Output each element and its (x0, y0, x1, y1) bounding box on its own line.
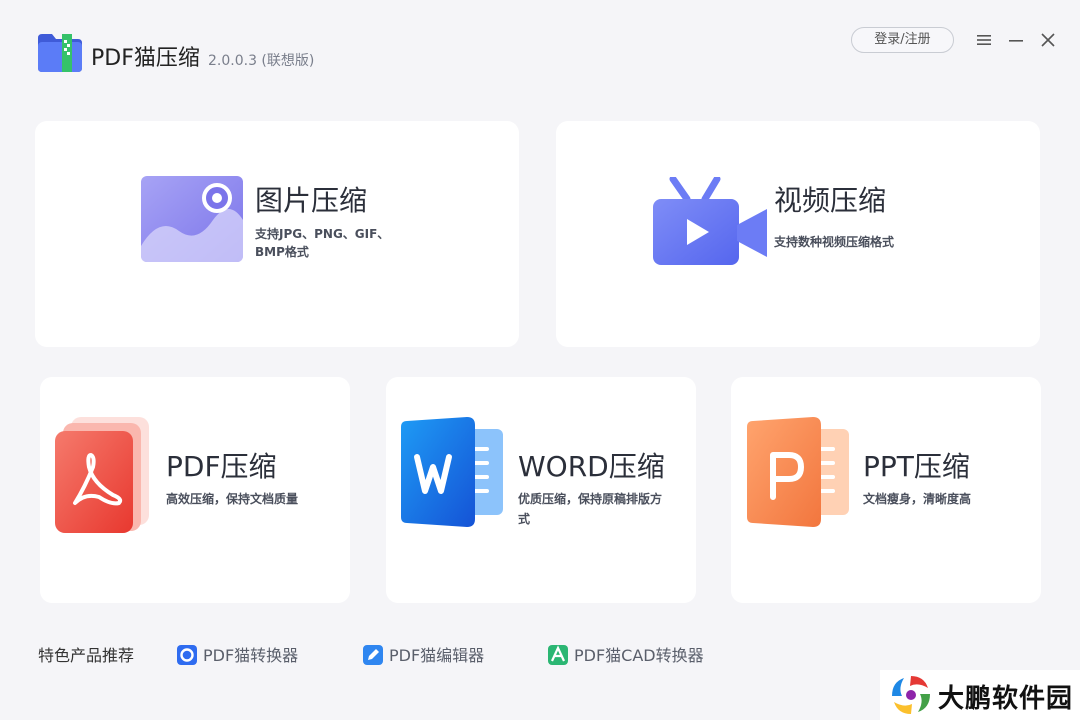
pdf-icon (55, 417, 151, 539)
card-word-title: WORD压缩 (518, 450, 665, 483)
card-word-desc-1: 优质压缩，保持原稿排版方 (518, 492, 663, 506)
watermark: 大鹏软件园 (880, 670, 1080, 720)
word-icon (401, 417, 505, 531)
featured-products-label: 特色产品推荐 (38, 646, 135, 665)
link-pdf-cad-converter[interactable]: PDF猫CAD转换器 (548, 642, 704, 665)
card-pdf-desc: 高效压缩，保持文档质量 (166, 492, 299, 506)
card-image-compress[interactable]: 图片压缩 支持JPG、PNG、GIF、 BMP格式 (35, 121, 519, 347)
minimize-icon[interactable] (1006, 30, 1026, 50)
card-word-compress[interactable]: WORD压缩 优质压缩，保持原稿排版方 式 (386, 377, 696, 603)
editor-icon (363, 645, 383, 665)
converter-icon (177, 645, 197, 665)
card-word-desc-2: 式 (518, 512, 531, 526)
watermark-text: 大鹏软件园 (938, 684, 1074, 714)
card-pdf-title: PDF压缩 (166, 450, 277, 483)
watermark-logo-icon (892, 676, 930, 714)
link-pdf-converter-label: PDF猫转换器 (203, 646, 299, 665)
link-pdf-cad-converter-label: PDF猫CAD转换器 (574, 646, 704, 665)
image-icon (141, 176, 243, 266)
video-camera-icon (653, 175, 767, 271)
card-image-desc-2: BMP格式 (255, 245, 309, 259)
link-pdf-editor-label: PDF猫编辑器 (389, 646, 485, 665)
app-name: PDF猫压缩 (91, 46, 200, 71)
card-ppt-title: PPT压缩 (863, 450, 970, 483)
menu-icon[interactable] (974, 30, 994, 50)
card-pdf-compress[interactable]: PDF压缩 高效压缩，保持文档质量 (40, 377, 350, 603)
card-video-title: 视频压缩 (774, 184, 887, 217)
card-image-title: 图片压缩 (255, 184, 368, 217)
title-bar: PDF猫压缩 2.0.0.3 (联想版) 登录/注册 (0, 0, 1080, 100)
login-register-button[interactable]: 登录/注册 (851, 27, 954, 53)
card-ppt-compress[interactable]: PPT压缩 文档瘦身，清晰度高 (731, 377, 1041, 603)
card-video-compress[interactable]: 视频压缩 支持数种视频压缩格式 (556, 121, 1040, 347)
link-pdf-converter[interactable]: PDF猫转换器 (177, 642, 299, 665)
close-icon[interactable] (1038, 30, 1058, 50)
card-image-desc-1: 支持JPG、PNG、GIF、 (255, 227, 390, 241)
link-pdf-editor[interactable]: PDF猫编辑器 (363, 642, 485, 665)
cad-icon (548, 645, 568, 665)
app-logo-icon (38, 32, 82, 72)
card-ppt-desc: 文档瘦身，清晰度高 (863, 492, 972, 506)
app-version: 2.0.0.3 (联想版) (208, 53, 315, 69)
card-video-desc: 支持数种视频压缩格式 (774, 235, 895, 249)
ppt-icon (747, 417, 851, 531)
